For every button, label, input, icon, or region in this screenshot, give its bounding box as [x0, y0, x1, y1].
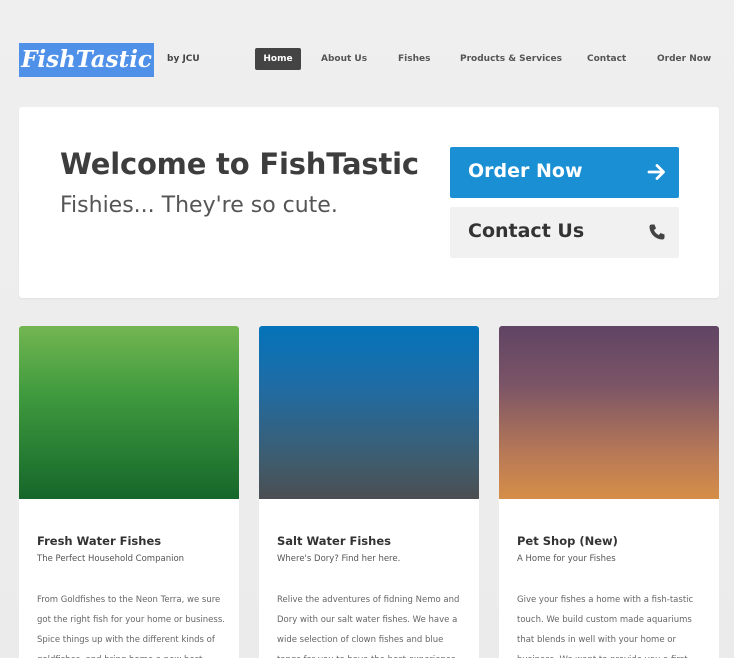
phone-icon — [649, 224, 665, 240]
card-image[interactable] — [259, 326, 479, 499]
contact-us-button[interactable]: Contact Us — [450, 207, 679, 258]
card-body: Give your fishes a home with a fish-tast… — [517, 595, 694, 658]
card-pet-shop: Pet Shop (New) A Home for your Fishes Gi… — [499, 326, 719, 658]
hero-title: Welcome to FishTastic — [60, 147, 419, 181]
card-salt-water: Salt Water Fishes Where's Dory? Find her… — [259, 326, 479, 658]
card-title[interactable]: Salt Water Fishes — [277, 534, 391, 548]
logo-byline: by JCU — [167, 54, 200, 64]
card-body: Relive the adventures of fidning Nemo an… — [277, 595, 460, 658]
card-image[interactable] — [499, 326, 719, 499]
contact-us-label: Contact Us — [468, 220, 585, 242]
site-logo[interactable]: FishTastic — [19, 43, 154, 77]
card-subtitle: The Perfect Household Companion — [37, 554, 185, 564]
arrow-right-icon — [647, 164, 665, 180]
card-title[interactable]: Fresh Water Fishes — [37, 534, 161, 548]
nav-about-us[interactable]: About Us — [321, 48, 367, 70]
nav-contact[interactable]: Contact — [587, 48, 626, 70]
page: FishTastic by JCU Home About Us Fishes P… — [0, 0, 734, 658]
nav-fishes[interactable]: Fishes — [398, 48, 430, 70]
nav-products-services[interactable]: Products & Services — [460, 48, 562, 70]
hero-panel: Welcome to FishTastic Fishies... They're… — [19, 107, 719, 298]
nav-home[interactable]: Home — [255, 48, 301, 70]
card-subtitle: A Home for your Fishes — [517, 554, 616, 564]
card-subtitle: Where's Dory? Find her here. — [277, 554, 401, 564]
hero-subtitle: Fishies... They're so cute. — [60, 193, 338, 218]
order-now-button[interactable]: Order Now — [450, 147, 679, 198]
nav-order-now[interactable]: Order Now — [657, 48, 711, 70]
card-title[interactable]: Pet Shop (New) — [517, 534, 618, 548]
card-image[interactable] — [19, 326, 239, 499]
card-body: From Goldfishes to the Neon Terra, we su… — [37, 595, 225, 658]
order-now-label: Order Now — [468, 160, 583, 182]
card-fresh-water: Fresh Water Fishes The Perfect Household… — [19, 326, 239, 658]
